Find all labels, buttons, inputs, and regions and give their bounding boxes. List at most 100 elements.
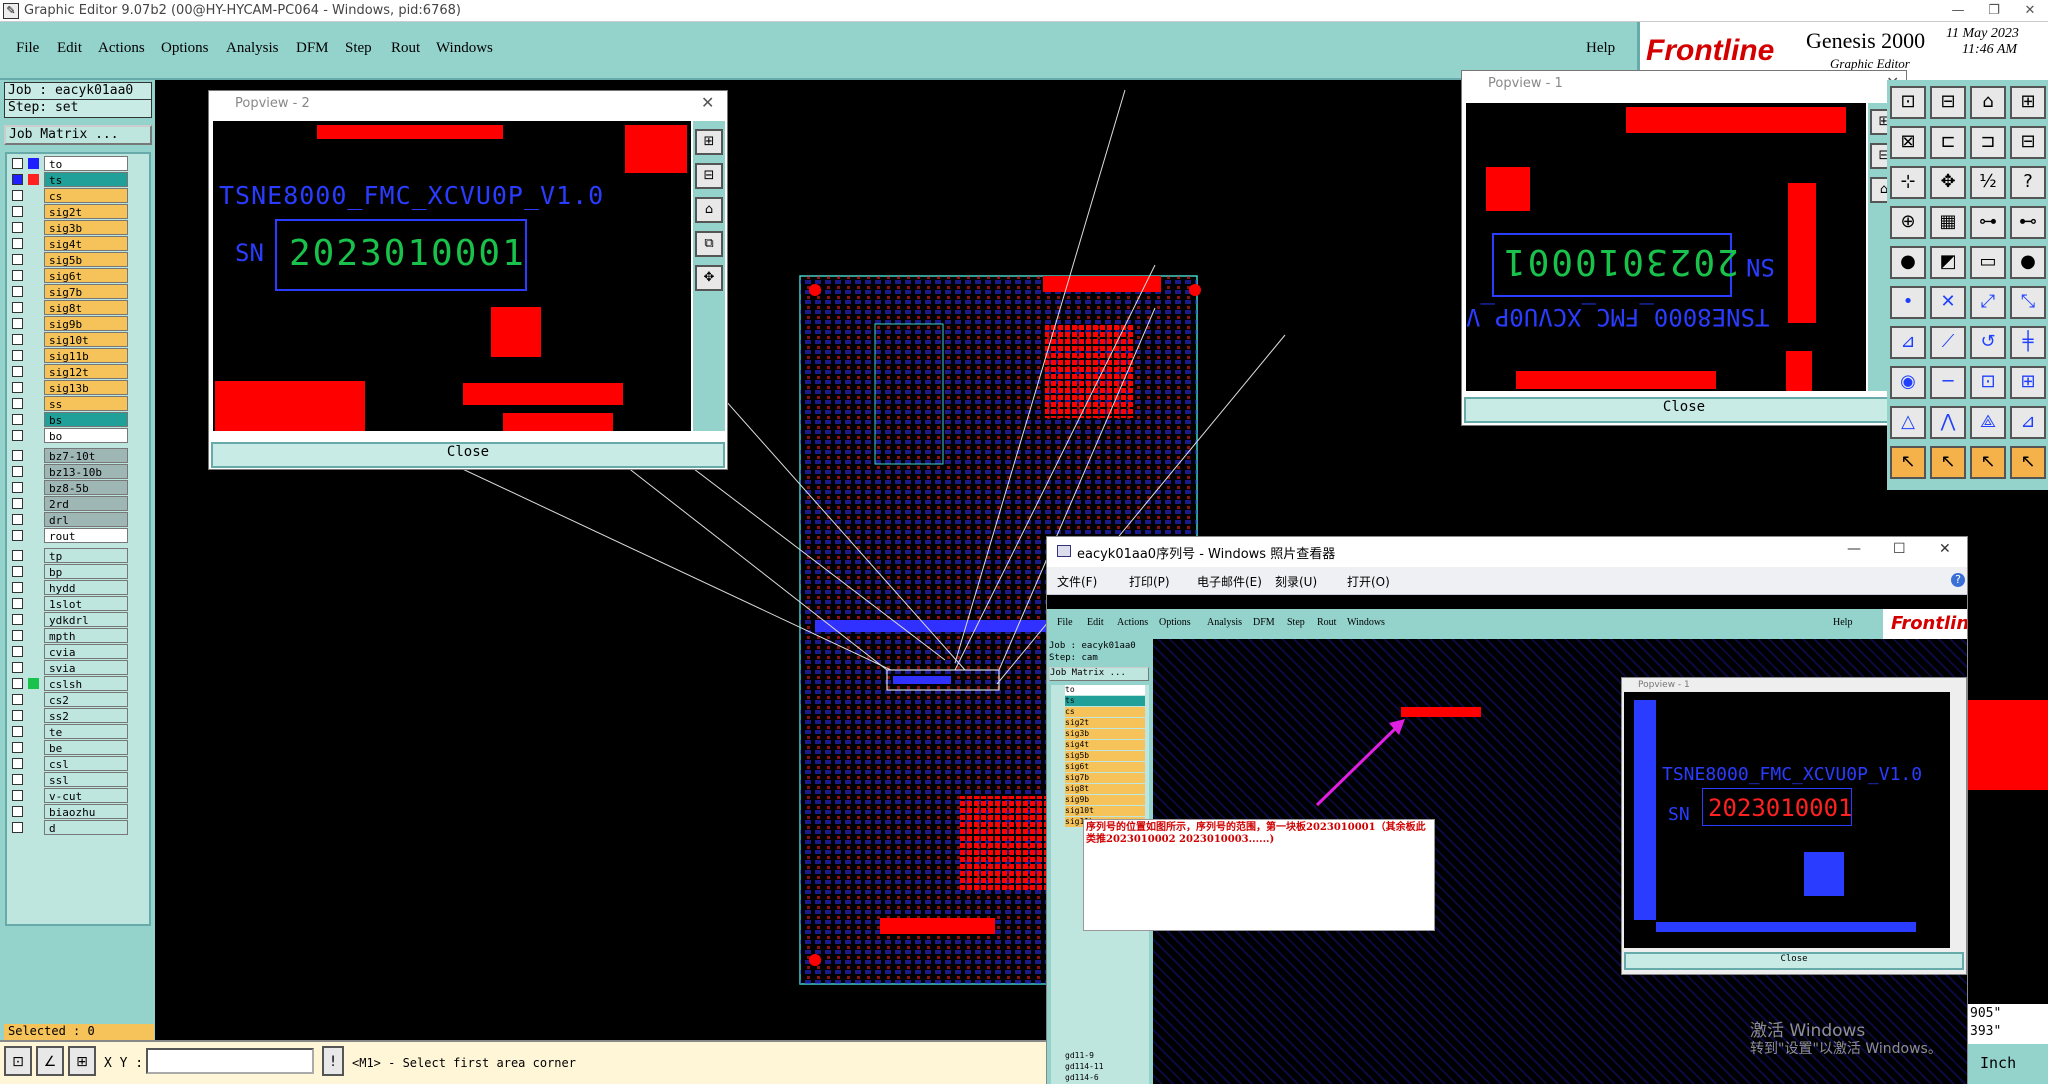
- layer-checkbox[interactable]: [12, 530, 23, 541]
- layer-checkbox[interactable]: [12, 190, 23, 201]
- layer-checkbox[interactable]: [12, 662, 23, 673]
- layer-row[interactable]: sig2t: [8, 204, 128, 219]
- layer-color-swatch[interactable]: [28, 302, 39, 313]
- tool-button-icon[interactable]: ⤢: [1970, 286, 2006, 319]
- layer-checkbox[interactable]: [12, 206, 23, 217]
- layer-checkbox[interactable]: [12, 334, 23, 345]
- layer-row[interactable]: cs: [8, 188, 128, 203]
- layer-color-swatch[interactable]: [28, 190, 39, 201]
- layer-row[interactable]: cslsh: [8, 676, 128, 691]
- layer-color-swatch[interactable]: [28, 550, 39, 561]
- layer-checkbox[interactable]: [12, 630, 23, 641]
- layer-row[interactable]: sig7b: [8, 284, 128, 299]
- layer-row[interactable]: bo: [8, 428, 128, 443]
- viewer-maximize-button[interactable]: ☐: [1893, 541, 1906, 557]
- layer-color-swatch[interactable]: [28, 238, 39, 249]
- layer-color-swatch[interactable]: [28, 514, 39, 525]
- xy-input[interactable]: [146, 1048, 314, 1074]
- tool-button-icon[interactable]: ●: [2010, 246, 2046, 279]
- layer-color-swatch[interactable]: [28, 366, 39, 377]
- layer-checkbox[interactable]: [12, 806, 23, 817]
- tool-button-icon[interactable]: ●: [1890, 246, 1926, 279]
- tool-button-icon[interactable]: ▦: [1930, 206, 1966, 239]
- layer-row[interactable]: biaozhu: [8, 804, 128, 819]
- viewer-help-icon[interactable]: ?: [1951, 573, 1965, 587]
- layer-checkbox[interactable]: [12, 678, 23, 689]
- layer-row[interactable]: sig3b: [8, 220, 128, 235]
- layer-color-swatch[interactable]: [28, 498, 39, 509]
- tool-button-icon[interactable]: •: [1890, 286, 1926, 319]
- layer-row[interactable]: 2rd: [8, 496, 128, 511]
- inner-job-matrix-button[interactable]: Job Matrix ...: [1049, 667, 1149, 681]
- layer-color-swatch[interactable]: [28, 774, 39, 785]
- tool-button-icon[interactable]: ?: [2010, 166, 2046, 199]
- layer-checkbox[interactable]: [12, 414, 23, 425]
- tool-button-icon[interactable]: ⌂: [1970, 86, 2006, 119]
- layer-row[interactable]: svia: [8, 660, 128, 675]
- layer-color-swatch[interactable]: [28, 758, 39, 769]
- viewer-menu-item[interactable]: 刻录(U): [1275, 573, 1317, 590]
- layer-color-swatch[interactable]: [28, 614, 39, 625]
- layer-checkbox[interactable]: [12, 822, 23, 833]
- layer-row[interactable]: bz8-5b: [8, 480, 128, 495]
- layer-color-swatch[interactable]: [28, 398, 39, 409]
- layer-row[interactable]: bz7-10t: [8, 448, 128, 463]
- layer-checkbox[interactable]: [12, 302, 23, 313]
- tool-button-icon[interactable]: ⊿: [1890, 326, 1926, 359]
- tool-button-icon[interactable]: ✥: [1930, 166, 1966, 199]
- layer-color-swatch[interactable]: [28, 678, 39, 689]
- tool-button-icon[interactable]: △: [1890, 406, 1926, 439]
- layer-color-swatch[interactable]: [28, 598, 39, 609]
- tool-button-icon[interactable]: ⊕: [1890, 206, 1926, 239]
- layer-color-swatch[interactable]: [28, 530, 39, 541]
- layer-checkbox[interactable]: [12, 286, 23, 297]
- layer-checkbox[interactable]: [12, 466, 23, 477]
- layer-color-swatch[interactable]: [28, 726, 39, 737]
- tool-button-icon[interactable]: ↖: [2010, 446, 2046, 479]
- tool-button-icon[interactable]: ↖: [1890, 446, 1926, 479]
- layer-color-swatch[interactable]: [28, 430, 39, 441]
- layer-checkbox[interactable]: [12, 318, 23, 329]
- layer-checkbox[interactable]: [12, 598, 23, 609]
- layer-row[interactable]: rout: [8, 528, 128, 543]
- layer-checkbox[interactable]: [12, 498, 23, 509]
- layer-checkbox[interactable]: [12, 350, 23, 361]
- layer-checkbox[interactable]: [12, 646, 23, 657]
- viewer-close-button[interactable]: ✕: [1939, 541, 1951, 557]
- layer-checkbox[interactable]: [12, 742, 23, 753]
- layer-color-swatch[interactable]: [28, 318, 39, 329]
- menu-step[interactable]: Step: [345, 40, 372, 57]
- tool-button-icon[interactable]: ↖: [1970, 446, 2006, 479]
- layer-color-swatch[interactable]: [28, 710, 39, 721]
- menu-options[interactable]: Options: [161, 40, 209, 57]
- layer-row[interactable]: bp: [8, 564, 128, 579]
- minimize-button[interactable]: —: [1940, 0, 1976, 22]
- layer-color-swatch[interactable]: [28, 254, 39, 265]
- layer-checkbox[interactable]: [12, 614, 23, 625]
- tool-button-icon[interactable]: ⊞: [2010, 366, 2046, 399]
- layer-checkbox[interactable]: [12, 566, 23, 577]
- layer-row[interactable]: sig5b: [8, 252, 128, 267]
- tool-button-icon[interactable]: ▭: [1970, 246, 2006, 279]
- tool-button-icon[interactable]: ⊠: [1890, 126, 1926, 159]
- restore-button[interactable]: ❐: [1976, 0, 2012, 22]
- layer-row[interactable]: ssl: [8, 772, 128, 787]
- layer-row[interactable]: be: [8, 740, 128, 755]
- tool-button-icon[interactable]: ⊹: [1890, 166, 1926, 199]
- tool-button-icon[interactable]: ⊿: [2010, 406, 2046, 439]
- snap-icon[interactable]: ⊡: [4, 1046, 32, 1076]
- menu-actions[interactable]: Actions: [98, 40, 145, 57]
- layer-checkbox[interactable]: [12, 790, 23, 801]
- job-matrix-button[interactable]: Job Matrix ...: [4, 125, 152, 145]
- layer-color-swatch[interactable]: [28, 482, 39, 493]
- layer-checkbox[interactable]: [12, 726, 23, 737]
- layer-row[interactable]: 1slot: [8, 596, 128, 611]
- layer-row[interactable]: tp: [8, 548, 128, 563]
- menu-help[interactable]: Help: [1586, 40, 1615, 57]
- layer-color-swatch[interactable]: [28, 174, 39, 185]
- layer-checkbox[interactable]: [12, 582, 23, 593]
- tool-button-icon[interactable]: ⊏: [1930, 126, 1966, 159]
- layer-color-swatch[interactable]: [28, 334, 39, 345]
- tool-button-icon[interactable]: ⊐: [1970, 126, 2006, 159]
- layer-color-swatch[interactable]: [28, 270, 39, 281]
